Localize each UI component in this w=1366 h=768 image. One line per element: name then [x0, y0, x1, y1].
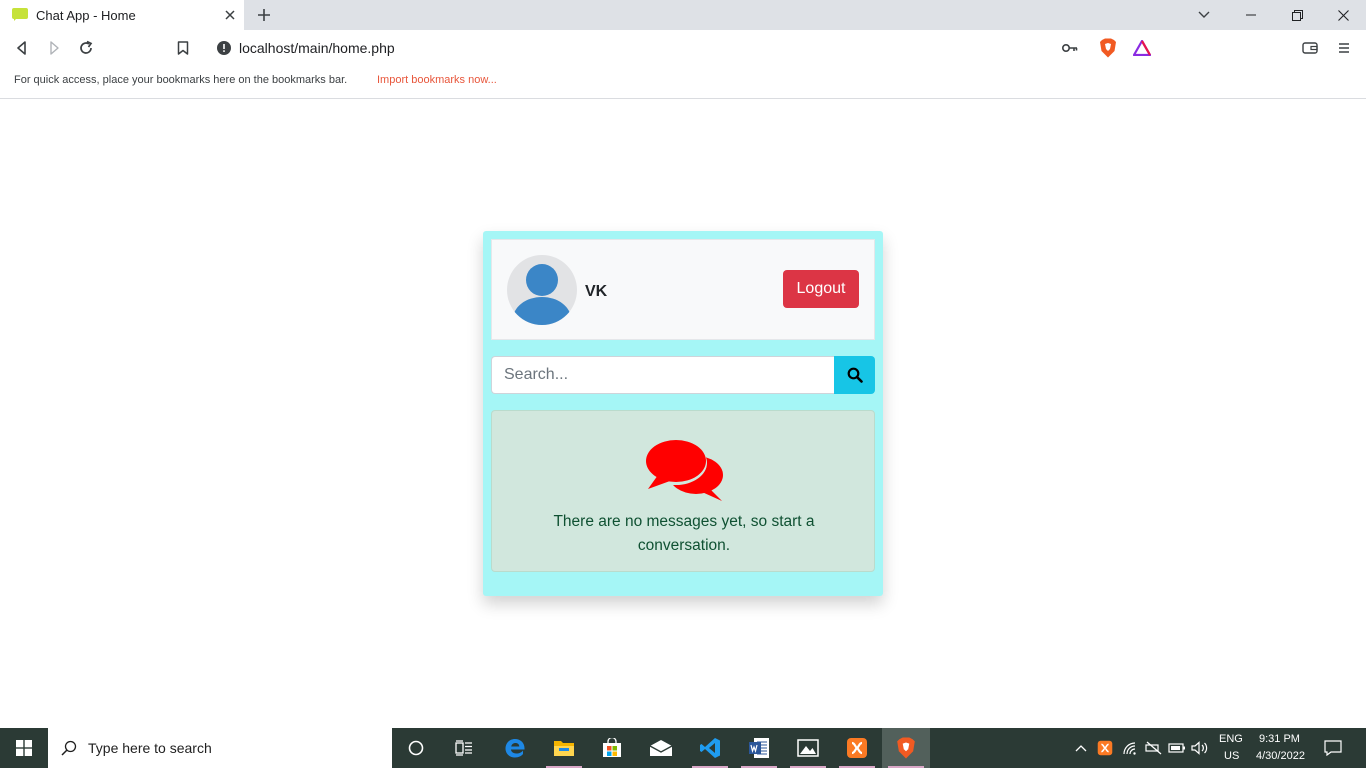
user-profile-header: VK Logout	[491, 239, 875, 340]
brave-rewards-icon[interactable]	[1132, 38, 1152, 58]
browser-tab-strip: Chat App - Home	[0, 0, 1366, 30]
volume-icon[interactable]	[1189, 728, 1211, 768]
edge-browser-icon[interactable]	[491, 728, 539, 768]
battery-icon[interactable]	[1166, 728, 1188, 768]
username: VK	[585, 283, 608, 300]
close-window-icon[interactable]	[1320, 0, 1366, 30]
bookmarks-bar: For quick access, place your bookmarks h…	[0, 66, 1366, 99]
restore-window-icon[interactable]	[1274, 0, 1320, 30]
mail-icon[interactable]	[637, 728, 685, 768]
new-tab-button[interactable]	[250, 3, 278, 27]
address-bar[interactable]: localhost/main/home.php	[204, 34, 1161, 62]
task-view-icon[interactable]	[440, 728, 488, 768]
import-bookmarks-link[interactable]: Import bookmarks now...	[377, 74, 497, 86]
minimize-window-icon[interactable]	[1228, 0, 1274, 30]
region-indicator[interactable]: US	[1224, 750, 1239, 762]
taskbar-search-placeholder: Type here to search	[88, 740, 212, 756]
bookmarks-bar-hint: For quick access, place your bookmarks h…	[14, 74, 348, 86]
search-input[interactable]	[491, 356, 835, 394]
password-key-icon[interactable]	[1060, 38, 1080, 58]
file-explorer-icon[interactable]	[540, 728, 588, 768]
reload-icon[interactable]	[72, 34, 100, 62]
search-icon	[847, 367, 863, 383]
notifications-icon[interactable]	[1318, 728, 1348, 768]
windows-taskbar: Type here to search ENG US 9:31 PM 4/30/…	[0, 728, 1366, 768]
tab-title: Chat App - Home	[36, 7, 136, 23]
photos-icon[interactable]	[784, 728, 832, 768]
show-hidden-icons-chevron-icon[interactable]	[1071, 728, 1091, 768]
clock-time[interactable]: 9:31 PM	[1259, 733, 1300, 745]
browser-menu-icon[interactable]	[1330, 34, 1358, 62]
logout-button[interactable]: Logout	[783, 270, 859, 308]
comments-icon	[645, 440, 723, 501]
xampp-icon[interactable]	[833, 728, 881, 768]
back-icon[interactable]	[8, 34, 36, 62]
vscode-icon[interactable]	[686, 728, 734, 768]
url-text: localhost/main/home.php	[239, 40, 395, 56]
wallet-icon[interactable]	[1296, 34, 1324, 62]
word-icon[interactable]	[735, 728, 783, 768]
tab-search-chevron-icon[interactable]	[1181, 0, 1227, 30]
clock-date[interactable]: 4/30/2022	[1256, 750, 1305, 762]
xampp-tray-icon[interactable]	[1094, 728, 1116, 768]
conversation-list-empty-state: There are no messages yet, so start a co…	[491, 410, 875, 572]
language-indicator[interactable]: ENG	[1219, 733, 1243, 745]
cortana-icon[interactable]	[392, 728, 440, 768]
wifi-icon[interactable]	[1119, 728, 1141, 768]
network-disconnected-icon[interactable]	[1143, 728, 1165, 768]
bookmark-icon[interactable]	[169, 34, 197, 62]
empty-state-message: There are no messages yet, so start a co…	[553, 513, 815, 554]
brave-browser-icon[interactable]	[882, 728, 930, 768]
microsoft-store-icon[interactable]	[588, 728, 636, 768]
close-tab-icon[interactable]	[218, 3, 242, 27]
search-icon	[61, 740, 77, 756]
brave-shields-icon[interactable]	[1098, 38, 1118, 58]
windows-start-icon[interactable]	[0, 728, 48, 768]
user-search	[491, 356, 875, 394]
site-info-icon[interactable]	[217, 41, 231, 55]
chat-favicon-icon	[12, 8, 28, 22]
chat-home-card: VK Logout There are no messages yet, so …	[483, 231, 883, 596]
avatar	[507, 255, 577, 325]
forward-icon[interactable]	[40, 34, 68, 62]
browser-tab[interactable]: Chat App - Home	[0, 0, 244, 30]
taskbar-search-box[interactable]: Type here to search	[48, 728, 392, 768]
search-button[interactable]	[834, 356, 875, 394]
